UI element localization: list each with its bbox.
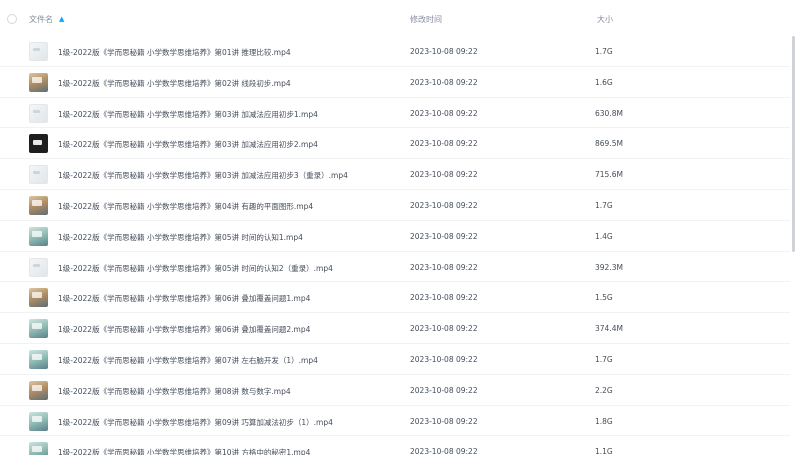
video-thumbnail-icon [29, 288, 48, 308]
file-modified-time: 2023-10-08 09:22 [410, 139, 478, 149]
file-size: 1.5G [595, 293, 613, 303]
file-row[interactable]: 1级-2022版《学而思秘籍 小学数学思维培养》第04讲 有趣的平面图形.mp4… [0, 190, 790, 221]
file-modified-time: 2023-10-08 09:22 [410, 47, 478, 56]
file-name[interactable]: 1级-2022版《学而思秘籍 小学数学思维培养》第06讲 叠加覆盖问题2.mp4 [58, 324, 310, 335]
file-row[interactable]: 1级-2022版《学而思秘籍 小学数学思维培养》第03讲 加减法应用初步3（重录… [0, 159, 790, 190]
file-row[interactable]: 1级-2022版《学而思秘籍 小学数学思维培养》第01讲 推理比较.mp4 202… [0, 36, 790, 67]
thumbnail-content [33, 171, 40, 175]
file-modified-time: 2023-10-08 09:22 [410, 231, 478, 241]
file-size: 1.7G [595, 200, 613, 210]
file-name[interactable]: 1级-2022版《学而思秘籍 小学数学思维培养》第09讲 巧算加减法初步（1）.… [58, 417, 333, 428]
file-name[interactable]: 1级-2022版《学而思秘籍 小学数学思维培养》第03讲 加减法应用初步2.mp… [58, 139, 318, 150]
thumbnail-content [32, 384, 42, 391]
file-row[interactable]: 1级-2022版《学而思秘籍 小学数学思维培养》第07讲 左右脑开发（1）.mp… [0, 344, 790, 375]
thumbnail-content [32, 446, 42, 453]
file-modified-time: 2023-10-08 09:22 [410, 77, 478, 87]
video-thumbnail-icon [29, 319, 48, 339]
file-size: 1.1G [595, 447, 613, 455]
file-size: 630.8M [595, 108, 623, 118]
column-header-name-label: 文件名 [29, 15, 53, 24]
select-all-checkbox[interactable] [7, 14, 17, 24]
arrow-up-icon[interactable]: ▲ [59, 16, 64, 23]
column-header-name[interactable]: 文件名 ▲ [29, 14, 64, 25]
file-modified-time: 2023-10-08 09:22 [410, 262, 478, 272]
file-row[interactable]: 1级-2022版《学而思秘籍 小学数学思维培养》第08讲 数与数字.mp4 202… [0, 375, 790, 406]
file-row[interactable]: 1级-2022版《学而思秘籍 小学数学思维培养》第06讲 叠加覆盖问题2.mp4… [0, 313, 790, 344]
thumbnail-content [32, 353, 42, 360]
file-name[interactable]: 1级-2022版《学而思秘籍 小学数学思维培养》第02讲 线段初步.mp4 [58, 78, 291, 89]
file-size: 1.4G [595, 231, 613, 241]
file-rows: 1级-2022版《学而思秘籍 小学数学思维培养》第01讲 推理比较.mp4 202… [0, 36, 790, 455]
file-row[interactable]: 1级-2022版《学而思秘籍 小学数学思维培养》第05讲 时间的认知1.mp4 2… [0, 221, 790, 252]
list-header: 文件名 ▲ 修改时间 大小 [0, 0, 800, 38]
file-name[interactable]: 1级-2022版《学而思秘籍 小学数学思维培养》第10讲 方格中的秘密1.mp4 [58, 447, 310, 455]
file-row[interactable]: 1级-2022版《学而思秘籍 小学数学思维培养》第05讲 时间的认知2（重录）.… [0, 252, 790, 283]
thumbnail-content [32, 415, 42, 422]
thumbnail-content [32, 76, 42, 83]
file-size: 1.8G [595, 416, 613, 426]
file-modified-time: 2023-10-08 09:22 [410, 293, 478, 303]
file-size: 374.4M [595, 324, 623, 334]
video-thumbnail-icon [29, 257, 48, 277]
column-header-size[interactable]: 大小 [597, 14, 613, 25]
file-name[interactable]: 1级-2022版《学而思秘籍 小学数学思维培养》第05讲 时间的认知2（重录）.… [58, 263, 333, 274]
file-size: 1.7G [595, 47, 613, 56]
file-row[interactable]: 1级-2022版《学而思秘籍 小学数学思维培养》第02讲 线段初步.mp4 202… [0, 67, 790, 98]
thumbnail-content [33, 263, 40, 267]
thumbnail-content [33, 109, 40, 113]
file-name[interactable]: 1级-2022版《学而思秘籍 小学数学思维培养》第07讲 左右脑开发（1）.mp… [58, 355, 318, 366]
file-modified-time: 2023-10-08 09:22 [410, 108, 478, 118]
video-thumbnail-icon [29, 380, 48, 400]
thumbnail-content [32, 323, 42, 330]
file-modified-time: 2023-10-08 09:22 [410, 170, 478, 180]
video-thumbnail-icon [29, 195, 48, 215]
video-thumbnail-icon [29, 165, 48, 185]
thumbnail-content [33, 48, 40, 51]
file-size: 869.5M [595, 139, 623, 149]
vertical-scrollbar[interactable] [792, 36, 795, 252]
file-name[interactable]: 1级-2022版《学而思秘籍 小学数学思维培养》第03讲 加减法应用初步1.mp… [58, 109, 318, 120]
thumbnail-content [33, 140, 42, 146]
video-thumbnail-icon [29, 226, 48, 246]
file-size: 392.3M [595, 262, 623, 272]
file-name[interactable]: 1级-2022版《学而思秘籍 小学数学思维培养》第01讲 推理比较.mp4 [58, 47, 291, 58]
file-row[interactable]: 1级-2022版《学而思秘籍 小学数学思维培养》第10讲 方格中的秘密1.mp4… [0, 436, 790, 455]
file-modified-time: 2023-10-08 09:22 [410, 324, 478, 334]
thumbnail-content [32, 292, 42, 299]
file-size: 2.2G [595, 385, 613, 395]
video-thumbnail-icon [29, 103, 48, 123]
video-thumbnail-icon [29, 411, 48, 431]
file-row[interactable]: 1级-2022版《学而思秘籍 小学数学思维培养》第03讲 加减法应用初步2.mp… [0, 128, 790, 160]
file-name[interactable]: 1级-2022版《学而思秘籍 小学数学思维培养》第05讲 时间的认知1.mp4 [58, 232, 303, 243]
video-thumbnail-icon [29, 72, 48, 92]
column-header-time[interactable]: 修改时间 [410, 14, 442, 25]
file-name[interactable]: 1级-2022版《学而思秘籍 小学数学思维培养》第04讲 有趣的平面图形.mp4 [58, 201, 313, 212]
file-modified-time: 2023-10-08 09:22 [410, 416, 478, 426]
file-modified-time: 2023-10-08 09:22 [410, 385, 478, 395]
video-thumbnail-icon [29, 349, 48, 369]
video-thumbnail-icon [29, 134, 48, 154]
file-modified-time: 2023-10-08 09:22 [410, 354, 478, 364]
file-row[interactable]: 1级-2022版《学而思秘籍 小学数学思维培养》第03讲 加减法应用初步1.mp… [0, 98, 790, 129]
video-thumbnail-icon [29, 42, 48, 61]
file-list: 文件名 ▲ 修改时间 大小 1级-2022版《学而思秘籍 小学数学思维培养》第0… [0, 0, 800, 455]
file-row[interactable]: 1级-2022版《学而思秘籍 小学数学思维培养》第09讲 巧算加减法初步（1）.… [0, 406, 790, 437]
file-name[interactable]: 1级-2022版《学而思秘籍 小学数学思维培养》第08讲 数与数字.mp4 [58, 386, 291, 397]
thumbnail-content [32, 199, 42, 206]
file-name[interactable]: 1级-2022版《学而思秘籍 小学数学思维培养》第03讲 加减法应用初步3（重录… [58, 170, 348, 181]
file-size: 1.7G [595, 354, 613, 364]
file-row[interactable]: 1级-2022版《学而思秘籍 小学数学思维培养》第06讲 叠加覆盖问题1.mp4… [0, 282, 790, 314]
file-name[interactable]: 1级-2022版《学而思秘籍 小学数学思维培养》第06讲 叠加覆盖问题1.mp4 [58, 293, 310, 304]
file-modified-time: 2023-10-08 09:22 [410, 447, 478, 455]
video-thumbnail-icon [29, 442, 48, 455]
file-modified-time: 2023-10-08 09:22 [410, 200, 478, 210]
file-size: 1.6G [595, 77, 613, 87]
file-size: 715.6M [595, 170, 623, 180]
thumbnail-content [32, 230, 42, 237]
